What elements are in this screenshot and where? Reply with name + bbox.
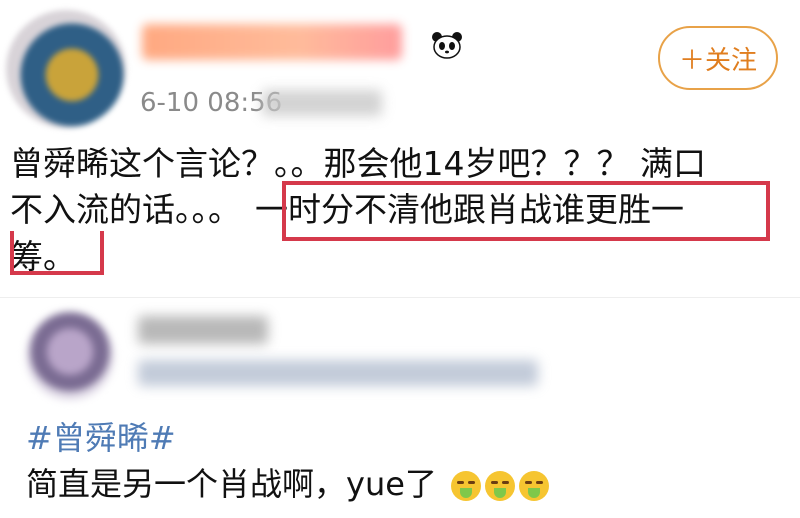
panda-badge-icon (432, 32, 462, 59)
post-timestamp: 6-10 08:56 (140, 88, 283, 118)
vomit-emoji-icon (485, 471, 516, 501)
highlight-box-continuation (10, 231, 104, 275)
hashtag-link[interactable]: #曾舜晞# (26, 416, 176, 460)
highlight-box (282, 181, 770, 241)
post-text-line-1: 曾舜晞这个言论？。。那会他14岁吧？？？ 满口 (10, 144, 706, 183)
emoji-group (451, 471, 550, 501)
username-blurred[interactable] (138, 316, 268, 344)
post-text-line-2-plain: 不入流的话。。。 (10, 190, 241, 229)
avatar[interactable] (26, 312, 114, 400)
post-text: 简直是另一个肖战啊，yue了 (26, 462, 550, 506)
vomit-emoji-icon (451, 471, 482, 501)
vomit-emoji-icon (519, 471, 550, 501)
avatar[interactable] (6, 10, 126, 128)
divider (0, 297, 800, 298)
follow-button[interactable]: ＋关注 (658, 26, 778, 90)
timestamp-blurred-suffix (262, 90, 382, 116)
post-text-content: 简直是另一个肖战啊，yue了 (26, 465, 437, 503)
username-blurred[interactable] (142, 24, 402, 60)
post-meta-blurred (138, 360, 538, 386)
